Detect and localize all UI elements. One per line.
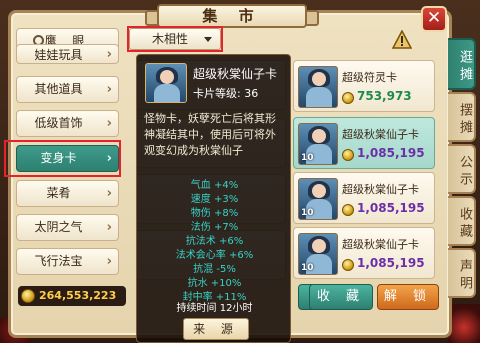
stat-line: 法术会心率 +6% <box>175 250 254 261</box>
filter-highlight <box>127 26 223 52</box>
stat-line: 抗水 +10% <box>187 278 242 289</box>
source-button[interactable]: 来 源 <box>183 318 249 340</box>
favorite-button[interactable]: 收 藏 <box>309 284 373 310</box>
category-item-dolls[interactable]: 娃娃玩具 › <box>16 44 119 64</box>
category-item-taiyin-qi[interactable]: 太阴之气 › <box>16 214 119 241</box>
item-card[interactable]: 10 超级秋棠仙子卡 1,085,195 <box>293 227 435 279</box>
item-price: 1,085,195 <box>357 256 425 270</box>
category-item-low-jewelry[interactable]: 低级首饰 › <box>16 110 119 137</box>
category-label: 菜肴 <box>46 186 71 200</box>
stat-line: 气血 +4% <box>190 180 239 191</box>
item-price: 1,085,195 <box>357 201 425 215</box>
game-scene: 集 市 ✕ 逛摊 摆摊 公示 收藏 声明 鹰 眼 娃娃玩具 › 其他道具 › 低… <box>0 0 480 343</box>
gold-coin-icon <box>342 92 354 104</box>
category-item-dishes[interactable]: 菜肴 › <box>16 180 119 207</box>
item-detail-tooltip: 超级秋棠仙子卡 卡片等级: 36 怪物卡，妖孽死亡后将其形神凝结其中，使用后可将… <box>136 54 291 343</box>
tab-notice[interactable]: 公示 <box>448 144 476 194</box>
category-label: 太阴之气 <box>34 220 83 234</box>
stat-line: 抗法术 +6% <box>185 236 244 247</box>
item-name: 超级秋棠仙子卡 <box>342 183 419 196</box>
tab-favorites[interactable]: 收藏 <box>448 196 476 246</box>
chevron-right-icon: › <box>106 47 112 62</box>
chevron-right-icon: › <box>106 254 112 269</box>
wallet-amount: 264,553,223 <box>39 289 117 302</box>
item-portrait: 10 <box>298 178 338 220</box>
item-quantity: 10 <box>301 208 314 218</box>
chevron-right-icon: › <box>106 186 112 201</box>
wallet-balance: 264,553,223 <box>18 286 126 306</box>
chevron-right-icon: › <box>106 82 112 97</box>
item-price: 1,085,195 <box>357 146 425 160</box>
item-card[interactable]: 10 超级秋棠仙子卡 1,085,195 <box>293 117 435 169</box>
close-button[interactable]: ✕ <box>421 6 447 32</box>
item-name: 超级秋棠仙子卡 <box>342 238 419 251</box>
tooltip-stats: 气血 +4% 速度 +3% 物伤 +8% 法伤 +7% 抗法术 +6% 法术会心… <box>137 179 292 305</box>
item-portrait: 10 <box>298 123 338 165</box>
gold-coin-icon <box>21 289 35 303</box>
tab-stall[interactable]: 摆摊 <box>448 92 476 142</box>
gold-coin-icon <box>342 259 354 271</box>
gold-coin-icon <box>342 149 354 161</box>
gold-coin-icon <box>342 204 354 216</box>
stat-line: 物伤 +8% <box>190 208 239 219</box>
stat-line: 抗混 -5% <box>193 264 236 275</box>
item-name: 超级秋棠仙子卡 <box>342 128 419 141</box>
warning-icon[interactable] <box>392 30 412 50</box>
item-name: 超级符灵卡 <box>342 71 397 84</box>
item-card[interactable]: 10 超级秋棠仙子卡 1,085,195 <box>293 172 435 224</box>
category-label: 其他道具 <box>34 82 83 96</box>
tooltip-portrait <box>145 63 187 103</box>
item-portrait <box>298 66 338 108</box>
selected-category-highlight <box>4 140 121 177</box>
page-title: 集 市 <box>145 4 319 28</box>
tooltip-card-level: 卡片等级: 36 <box>193 87 259 100</box>
unlock-button[interactable]: 解 锁 <box>377 284 439 310</box>
category-item-flying-treasure[interactable]: 飞行法宝 › <box>16 248 119 275</box>
decorative-ornament <box>448 304 480 343</box>
category-label: 娃娃玩具 <box>34 48 83 62</box>
item-card[interactable]: 超级符灵卡 753,973 <box>293 60 435 112</box>
tooltip-description: 怪物卡，妖孽死亡后将其形神凝结其中，使用后可将外观变幻成为秋棠仙子 <box>144 112 276 157</box>
tab-statement[interactable]: 声明 <box>448 248 476 298</box>
chevron-right-icon: › <box>106 220 112 235</box>
item-portrait: 10 <box>298 233 338 275</box>
category-label: 飞行法宝 <box>34 254 83 268</box>
tooltip-title: 超级秋棠仙子卡 <box>193 67 278 81</box>
item-quantity: 10 <box>301 153 314 163</box>
category-label: 低级首饰 <box>34 116 83 130</box>
category-item-other-props[interactable]: 其他道具 › <box>16 76 119 103</box>
chevron-right-icon: › <box>106 116 112 131</box>
stat-line: 法伤 +7% <box>190 222 239 233</box>
tooltip-duration: 持续时间 12小时 <box>176 303 253 314</box>
item-price: 753,973 <box>357 89 412 103</box>
item-quantity: 10 <box>301 263 314 273</box>
tab-browse[interactable]: 逛摊 <box>448 38 476 90</box>
stat-line: 速度 +3% <box>190 194 239 205</box>
